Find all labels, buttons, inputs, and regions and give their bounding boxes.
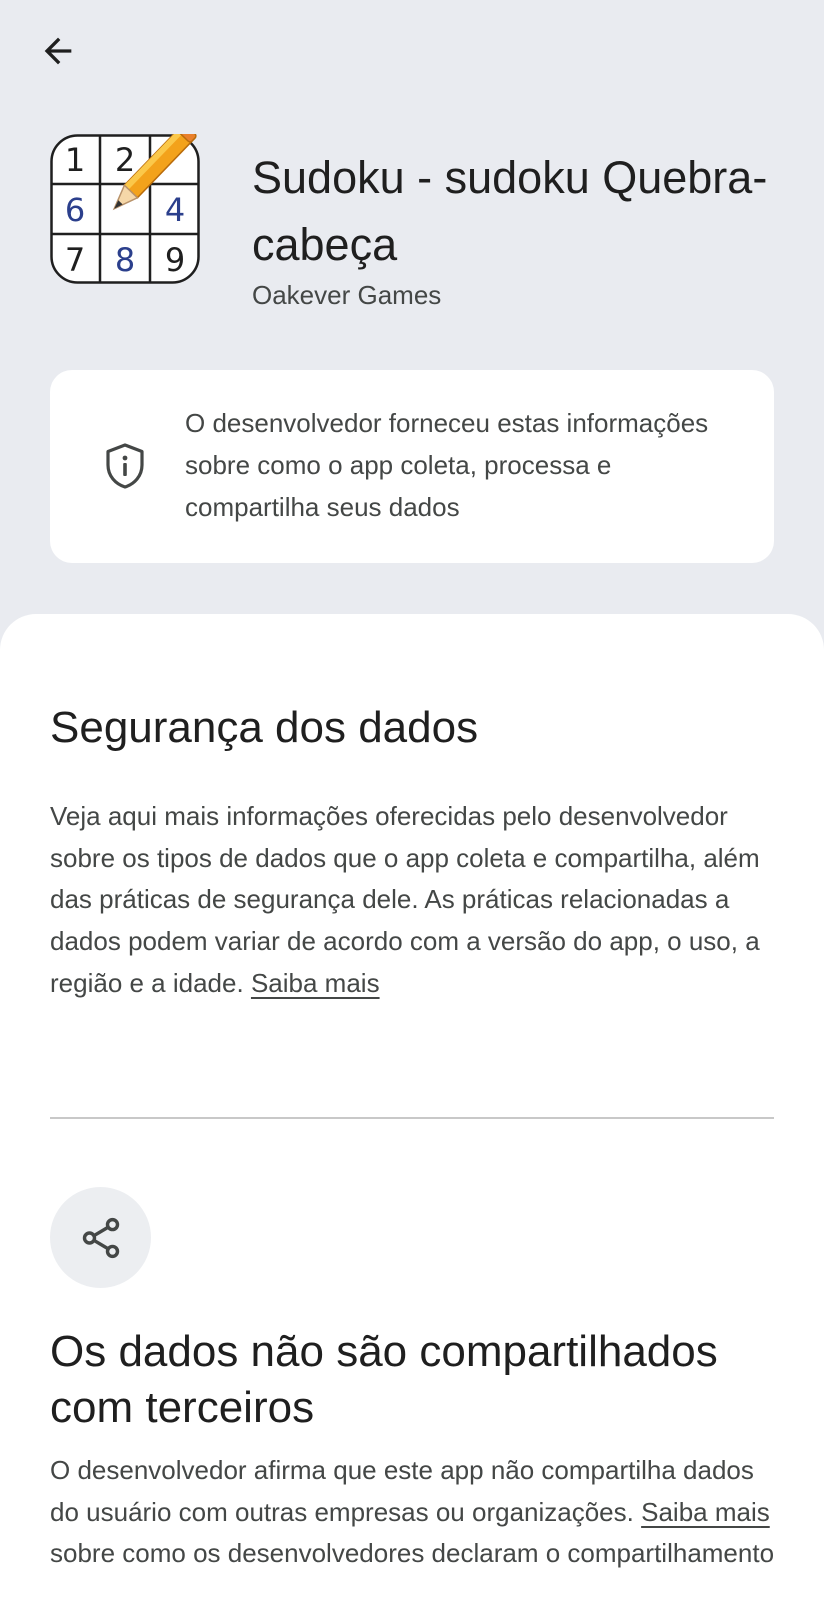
- app-header: 1 2 6 4 7 8 9 Sudoku - sudoku Quebra-cab…: [50, 123, 790, 324]
- icon-digit: 6: [65, 191, 85, 229]
- icon-digit: 2: [115, 141, 135, 179]
- app-title: Sudoku - sudoku Quebra-cabeça: [252, 152, 768, 270]
- developer-info-card: O desenvolvedor forneceu estas informaçõ…: [50, 370, 774, 563]
- arrow-left-icon: [44, 37, 72, 65]
- icon-digit: 9: [165, 241, 185, 279]
- back-button[interactable]: [30, 26, 86, 76]
- section-title-no-sharing: Os dados não são compartilhados com terc…: [50, 1327, 718, 1432]
- share-icon-container: [50, 1187, 151, 1288]
- sharing-description: O desenvolvedor afirma que este app não …: [50, 1450, 790, 1575]
- divider: [50, 1117, 774, 1119]
- icon-digit: 4: [165, 191, 185, 229]
- icon-digit: 8: [115, 241, 135, 279]
- icon-digit: 1: [65, 141, 85, 179]
- share-icon: [82, 1217, 119, 1258]
- developer-name[interactable]: Oakever Games: [252, 280, 441, 311]
- learn-more-link[interactable]: Saiba mais: [251, 968, 380, 998]
- section-description: Veja aqui mais informações oferecidas pe…: [50, 796, 790, 1005]
- section-title-data-safety: Segurança dos dados: [50, 703, 479, 752]
- sudoku-pencil-icon: 1 2 6 4 7 8 9: [50, 123, 200, 284]
- data-safety-sheet: Segurança dos dados Veja aqui mais infor…: [0, 614, 824, 1614]
- description-text: Veja aqui mais informações oferecidas pe…: [50, 801, 760, 998]
- sharing-text-continued: sobre como os desenvolvedores declaram o…: [50, 1538, 775, 1569]
- sharing-learn-more-link[interactable]: Saiba mais: [641, 1497, 770, 1527]
- shield-info-icon: [106, 443, 144, 489]
- icon-digit: 7: [65, 241, 85, 279]
- developer-info-text: O desenvolvedor forneceu estas informaçõ…: [185, 408, 709, 522]
